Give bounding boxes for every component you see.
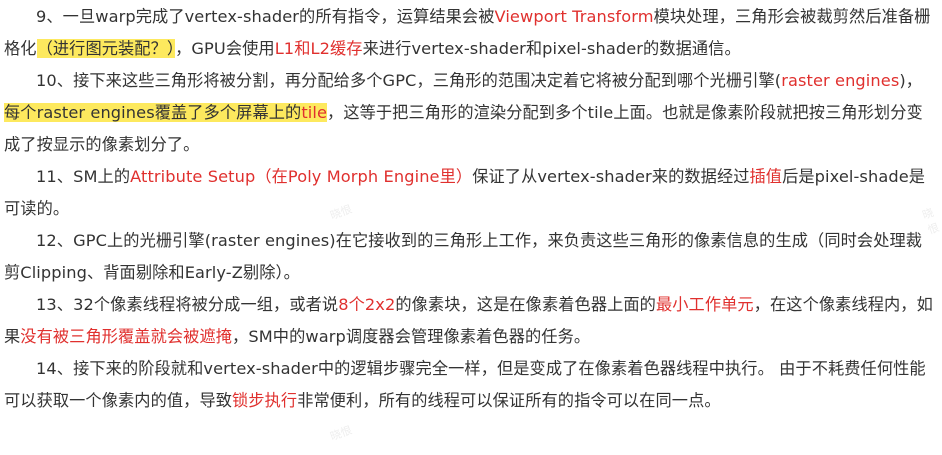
paragraph: 12、GPC上的光栅引擎(raster engines)在它接收到的三角形上工作… (4, 225, 938, 289)
text-segment: 10、接下来这些三角形将被分割，再分配给多个GPC，三角形的范围决定着它将被分配… (36, 71, 782, 90)
red-text-segment: 8个2x2 (338, 295, 396, 314)
paragraph: 10、接下来这些三角形将被分割，再分配给多个GPC，三角形的范围决定着它将被分配… (4, 65, 938, 161)
article-body: 9、一旦warp完成了vertex-shader的所有指令，运算结果会被View… (4, 0, 938, 417)
text-segment: 来进行vertex-shader和pixel-shader的数据通信。 (362, 39, 741, 58)
text-segment: ，SM中的warp调度器会管理像素着色器的任务。 (232, 327, 591, 346)
text-segment: 的像素块，这是在像素着色器上面的 (395, 295, 656, 314)
paragraph: 11、SM上的Attribute Setup（在Poly Morph Engin… (4, 161, 938, 225)
text-segment: 12、GPC上的光栅引擎(raster engines)在它接收到的三角形上工作… (4, 231, 923, 282)
paragraph: 13、32个像素线程将被分成一组，或者说8个2x2的像素块，这是在像素着色器上面… (4, 289, 938, 353)
highlighted-text-segment: （进行图元装配？） (36, 39, 176, 58)
text-segment: 9、一旦warp完成了vertex-shader的所有指令，运算结果会被 (36, 7, 495, 26)
red-text-segment: 锁步执行 (232, 391, 298, 410)
text-segment: ，GPU会使用 (175, 39, 275, 58)
text-segment: )， (899, 71, 923, 90)
highlighted-red-text-segment: tile (301, 103, 328, 122)
red-text-segment: raster engines (781, 71, 900, 90)
highlighted-text-segment: 每个raster engines覆盖了多个屏幕上的 (4, 103, 302, 122)
red-text-segment: 没有被三角形覆盖就会被遮掩 (20, 327, 233, 346)
text-segment: 保证了从vertex-shader来的数据经过 (472, 167, 750, 186)
paragraph: 14、接下来的阶段就和vertex-shader中的逻辑步骤完全一样，但是变成了… (4, 353, 938, 417)
watermark: 晓恨 (328, 423, 354, 444)
text-segment: 非常便利，所有的线程可以保证所有的指令可以在同一点。 (297, 391, 721, 410)
red-text-segment: Viewport Transform (494, 7, 654, 26)
text-segment: 13、32个像素线程将被分成一组，或者说 (36, 295, 339, 314)
red-text-segment: 最小工作单元 (655, 295, 754, 314)
red-text-segment: L1和L2缓存 (274, 39, 363, 58)
paragraph: 9、一旦warp完成了vertex-shader的所有指令，运算结果会被View… (4, 1, 938, 65)
text-segment: 11、SM上的 (36, 167, 131, 186)
red-text-segment: Attribute Setup（在Poly Morph Engine里） (130, 167, 473, 186)
red-text-segment: 插值 (749, 167, 783, 186)
